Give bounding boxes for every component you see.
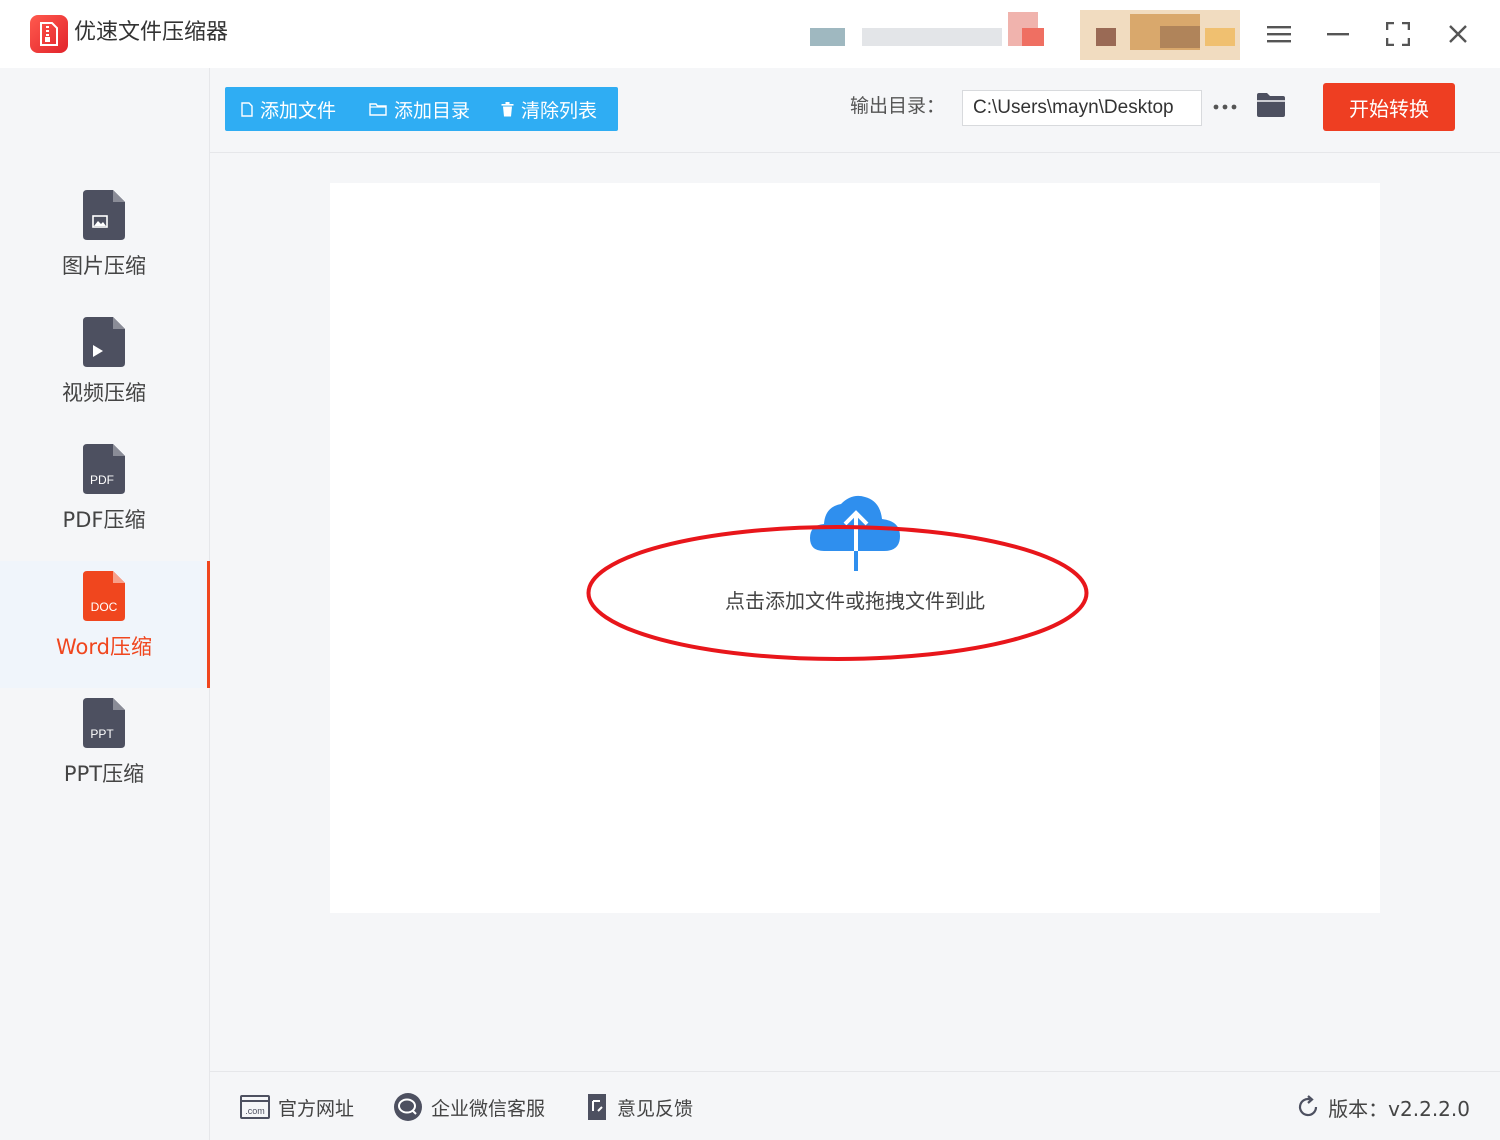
ppt-file-icon: PPT	[83, 698, 125, 748]
add-folder-label: 添加目录	[394, 99, 471, 122]
version-label: 版本：v2.2.2.0	[1328, 1096, 1470, 1121]
start-convert-button[interactable]: 开始转换	[1323, 83, 1455, 131]
sidebar-item-image[interactable]: 图片压缩	[0, 180, 210, 307]
add-file-button[interactable]: 添加文件	[225, 87, 353, 131]
doc-file-icon: DOC	[83, 571, 125, 621]
chat-icon	[394, 1093, 422, 1121]
sidebar-item-word[interactable]: DOC Word压缩	[0, 561, 210, 688]
sidebar-item-label: 视频压缩	[62, 381, 146, 405]
toolbar: 添加文件 添加目录 清除列表 输出目录： 开始转换	[210, 68, 1500, 153]
svg-text:PDF: PDF	[90, 473, 114, 487]
sidebar-item-label: Word压缩	[56, 635, 152, 659]
drop-hint-text: 点击添加文件或拖拽文件到此	[725, 589, 985, 613]
feedback-icon	[588, 1094, 606, 1120]
svg-text:PPT: PPT	[90, 727, 114, 741]
pdf-file-icon: PDF	[83, 444, 125, 494]
website-link[interactable]: .com 官方网址	[240, 1092, 354, 1122]
sidebar: 图片压缩 视频压缩 PDF PDF压缩 DOC Word压缩 PPT PPT压缩	[0, 68, 210, 1140]
minimize-icon	[1327, 33, 1349, 36]
sidebar-item-pdf[interactable]: PDF PDF压缩	[0, 434, 210, 561]
sidebar-item-label: PPT压缩	[63, 762, 145, 786]
sidebar-item-label: 图片压缩	[62, 254, 146, 278]
feedback-label: 意见反馈	[617, 1097, 694, 1120]
folder-icon	[1257, 93, 1285, 117]
website-label: 官方网址	[278, 1097, 355, 1120]
sidebar-item-video[interactable]: 视频压缩	[0, 307, 210, 434]
clear-list-button[interactable]: 清除列表	[485, 87, 618, 131]
refresh-icon	[1299, 1095, 1318, 1117]
maximize-icon	[1386, 22, 1410, 46]
menu-button[interactable]	[1259, 14, 1299, 54]
file-button-group: 添加文件 添加目录 清除列表	[225, 87, 618, 131]
menu-icon	[1267, 26, 1291, 43]
version-info: 版本：v2.2.2.0	[1296, 1092, 1470, 1122]
website-icon: .com	[240, 1095, 270, 1119]
wechat-support-link[interactable]: 企业微信客服	[393, 1092, 545, 1122]
image-file-icon	[83, 190, 125, 240]
video-file-icon	[83, 317, 125, 367]
more-icon	[1213, 104, 1237, 110]
output-path-input[interactable]	[962, 90, 1202, 126]
minimize-button[interactable]	[1318, 14, 1358, 54]
folder-outline-icon	[369, 103, 387, 116]
wechat-support-label: 企业微信客服	[431, 1097, 546, 1120]
trash-icon	[501, 101, 514, 116]
clear-list-label: 清除列表	[521, 99, 598, 122]
app-logo-icon	[30, 15, 68, 53]
blurred-user-info	[800, 0, 1250, 68]
output-dir-label: 输出目录：	[850, 95, 946, 117]
title-bar: 优速文件压缩器	[0, 0, 1500, 68]
open-folder-button[interactable]	[1256, 92, 1286, 120]
sidebar-item-label: PDF压缩	[62, 508, 146, 532]
maximize-button[interactable]	[1378, 14, 1418, 54]
svg-text:DOC: DOC	[91, 600, 118, 614]
footer-bar: .com 官方网址 企业微信客服 意见反馈 版本：v2.2.2.0	[210, 1071, 1500, 1140]
close-icon	[1449, 25, 1467, 43]
add-folder-button[interactable]: 添加目录	[353, 87, 485, 131]
svg-text:.com: .com	[245, 1106, 265, 1116]
cloud-upload-icon	[810, 495, 900, 571]
sidebar-item-ppt[interactable]: PPT PPT压缩	[0, 688, 210, 815]
app-title: 优速文件压缩器	[74, 20, 229, 45]
feedback-link[interactable]: 意见反馈	[585, 1092, 693, 1122]
file-icon	[241, 101, 253, 117]
close-button[interactable]	[1438, 14, 1478, 54]
add-file-label: 添加文件	[260, 99, 337, 122]
browse-more-button[interactable]	[1212, 90, 1238, 124]
file-drop-zone[interactable]: 点击添加文件或拖拽文件到此	[330, 183, 1380, 913]
main-area: 点击添加文件或拖拽文件到此	[210, 153, 1500, 1071]
